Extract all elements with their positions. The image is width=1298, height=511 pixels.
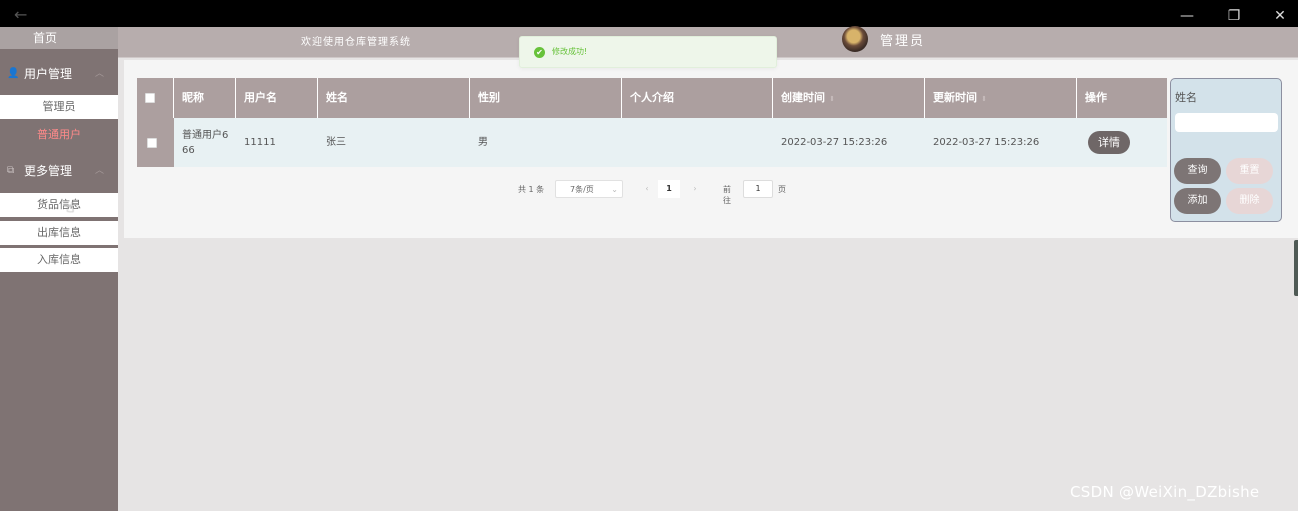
cell-name: 张三 — [326, 137, 346, 148]
avatar[interactable] — [842, 26, 868, 52]
admin-name[interactable]: 管理员 — [880, 30, 925, 49]
goto-suffix: 页 — [778, 185, 786, 194]
cell-nickname-line: 66 — [182, 145, 195, 156]
detail-button[interactable]: 详情 — [1088, 131, 1130, 154]
page-number-current[interactable]: 1 — [658, 180, 680, 198]
goto-label: 前往 — [723, 185, 731, 205]
prev-page-button[interactable]: ‹ — [638, 180, 656, 198]
back-arrow-icon[interactable]: ← — [14, 5, 27, 24]
delete-button[interactable]: 删除 — [1226, 188, 1273, 214]
sidebar: 首页 👤 用户管理 ︿ 管理员 普通用户 ⧉ 更多管理 ︿ 货品信息 出库信息 … — [0, 27, 118, 511]
chevron-up-icon: ︿ — [95, 166, 105, 176]
table-row: 普通用户6 66 11111 张三 男 2022-03-27 15:23:26 … — [137, 118, 1167, 167]
check-circle-icon: ✔ — [534, 47, 545, 58]
success-toast: ✔ 修改成功! — [519, 36, 777, 68]
row-checkbox-cell — [137, 118, 174, 167]
sidebar-group-label: 用户管理 — [24, 67, 73, 81]
toast-message: 修改成功! — [552, 47, 588, 56]
sidebar-group-user-management[interactable]: 👤 用户管理 ︿ — [0, 61, 118, 87]
edge-scroll-handle[interactable] — [1294, 240, 1298, 296]
column-username: 用户名 — [236, 78, 318, 118]
cell-updated: 2022-03-27 15:23:26 — [933, 137, 1040, 148]
cell-intro — [622, 118, 630, 167]
row-checkbox[interactable] — [147, 138, 157, 148]
cell-created: 2022-03-27 15:23:26 — [781, 137, 888, 148]
column-created[interactable]: 创建时间 ⇕ — [773, 78, 925, 118]
reset-button[interactable]: 重置 — [1226, 158, 1273, 184]
user-icon: 👤 — [7, 68, 20, 79]
hand-cursor-icon: ☝ — [66, 200, 75, 216]
welcome-text: 欢迎使用仓库管理系统 — [301, 37, 411, 48]
copy-icon: ⧉ — [7, 165, 15, 176]
sidebar-group-more-management[interactable]: ⧉ 更多管理 ︿ — [0, 158, 118, 184]
chevron-down-icon: ⌄ — [611, 185, 618, 194]
cell-gender: 男 — [478, 137, 488, 148]
sidebar-item-outbound-info[interactable]: 出库信息 — [0, 221, 118, 245]
sidebar-item-admin[interactable]: 管理员 — [0, 95, 118, 119]
cell-nickname-line: 普通用户6 — [182, 130, 229, 141]
header-checkbox-cell — [137, 78, 174, 118]
column-label: 创建时间 — [781, 91, 825, 104]
cell-username: 11111 — [244, 137, 276, 148]
sidebar-item-goods-info[interactable]: 货品信息 — [0, 193, 118, 217]
column-label: 更新时间 — [933, 91, 977, 104]
column-name: 姓名 — [318, 78, 470, 118]
column-updated[interactable]: 更新时间 ⇕ — [925, 78, 1077, 118]
sidebar-item-normal-user[interactable]: 普通用户 — [0, 123, 118, 147]
sidebar-group-label: 更多管理 — [24, 164, 73, 178]
query-button[interactable]: 查询 — [1174, 158, 1221, 184]
column-gender: 性别 — [470, 78, 622, 118]
column-actions: 操作 — [1085, 91, 1107, 104]
page-size-select[interactable]: 7条/页 ⌄ — [555, 180, 623, 198]
sort-icon[interactable]: ⇕ — [981, 95, 987, 103]
goto-page-input[interactable]: 1 — [743, 180, 773, 198]
add-button[interactable]: 添加 — [1174, 188, 1221, 214]
search-name-input[interactable] — [1175, 113, 1278, 132]
column-intro: 个人介绍 — [622, 78, 773, 118]
search-name-label: 姓名 — [1175, 91, 1197, 104]
sort-icon[interactable]: ⇕ — [829, 95, 835, 103]
next-page-button[interactable]: › — [686, 180, 704, 198]
watermark: CSDN @WeiXin_DZbishe — [1070, 483, 1260, 501]
sidebar-item-home[interactable]: 首页 — [0, 27, 118, 49]
cell-nickname: 普通用户6 66 — [174, 118, 230, 167]
search-panel: 姓名 查询 重置 添加 删除 — [1170, 78, 1282, 222]
pagination-total: 共 1 条 — [518, 185, 545, 194]
select-all-checkbox[interactable] — [145, 93, 155, 103]
page-size-value: 7条/页 — [570, 185, 594, 194]
sidebar-item-inbound-info[interactable]: 入库信息 — [0, 248, 118, 272]
column-nickname: 昵称 — [174, 78, 236, 118]
chevron-up-icon: ︿ — [95, 69, 105, 79]
table-header: 昵称 用户名 姓名 性别 个人介绍 创建时间 ⇕ 更新时间 ⇕ 操作 — [137, 78, 1167, 118]
